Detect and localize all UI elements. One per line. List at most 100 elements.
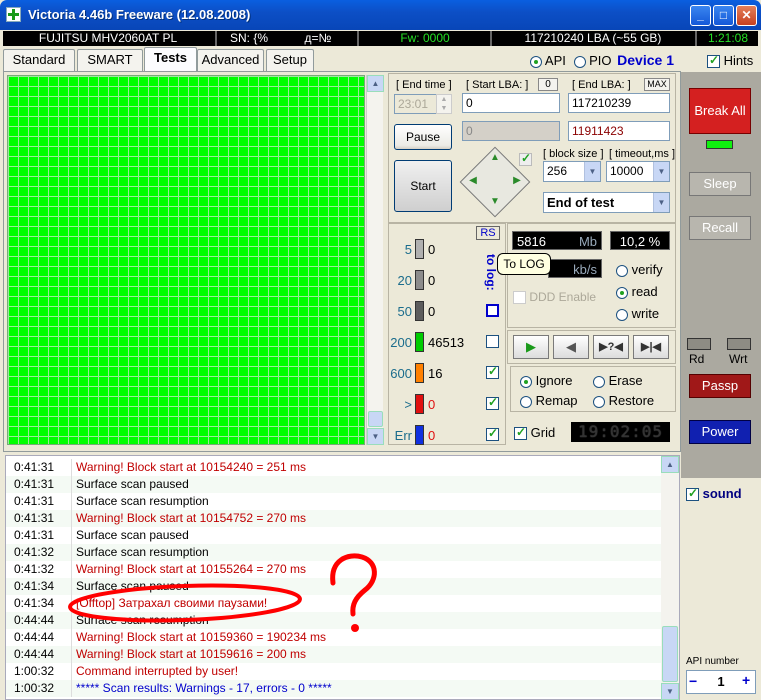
tab-tests[interactable]: Tests: [144, 47, 197, 71]
rewind-icon[interactable]: ◀: [553, 335, 589, 359]
ignore-radio[interactable]: [520, 375, 532, 388]
erase-option[interactable]: Erase: [593, 373, 643, 388]
start-button[interactable]: Start: [394, 160, 452, 212]
grid-scrollbar[interactable]: ▲ ▼: [366, 75, 384, 445]
api-number-stepper[interactable]: − 1 +: [686, 670, 756, 694]
log-message: [Offtop] Затрахал своими паузами!: [76, 596, 268, 610]
api-radio[interactable]: [530, 55, 542, 68]
restore-radio[interactable]: [593, 395, 605, 408]
sound-label: sound: [702, 486, 742, 501]
break-all-button[interactable]: Break All: [689, 88, 751, 134]
sound-option[interactable]: sound: [686, 486, 742, 502]
stats-threshold-label: 20: [397, 273, 412, 288]
power-button[interactable]: Power: [689, 420, 751, 444]
grid-option[interactable]: Grid: [514, 425, 556, 441]
verify-option[interactable]: verify: [616, 262, 663, 277]
play-icon[interactable]: ▶: [513, 335, 549, 359]
end-action-select[interactable]: End of test ▼: [543, 192, 670, 213]
log-row: 0:41:31 Surface scan resumption: [6, 493, 661, 510]
end-lba-label: [ End LBA: ]: [572, 79, 631, 91]
start-lba-input[interactable]: 0: [462, 93, 560, 113]
log-time: 0:41:31: [14, 494, 55, 508]
drive-serial-extra: д=№: [304, 31, 332, 45]
remap-radio[interactable]: [520, 395, 532, 408]
log-row: 0:41:32 Warning! Block start at 10155264 …: [6, 561, 661, 578]
start-lba-zero-button[interactable]: 0: [538, 78, 558, 91]
end-lba-input[interactable]: 117210239: [568, 93, 670, 113]
sleep-button[interactable]: Sleep: [689, 172, 751, 196]
timeout-select[interactable]: 10000 ▼: [606, 161, 670, 182]
end-time-spinner[interactable]: ▲ ▼: [436, 94, 452, 114]
to-log-checkbox[interactable]: [486, 335, 499, 348]
recall-button[interactable]: Recall: [689, 216, 751, 240]
to-log-checkbox[interactable]: [486, 395, 499, 410]
pause-button[interactable]: Pause: [394, 124, 452, 150]
end-time-label: [ End time ]: [396, 79, 452, 91]
pio-radio[interactable]: [573, 55, 586, 68]
stats-row: 50: [390, 237, 500, 261]
erase-radio[interactable]: [593, 375, 605, 388]
plus-icon[interactable]: +: [742, 672, 756, 688]
ignore-option[interactable]: Ignore: [520, 373, 573, 388]
grid-checkbox[interactable]: [514, 425, 527, 441]
scan-map-grid: [7, 75, 365, 445]
hints-checkbox[interactable]: [707, 53, 720, 69]
log-row: 1:00:32 Command interrupted by user!: [6, 663, 661, 680]
tab-smart[interactable]: SMART: [77, 49, 143, 71]
restore-option[interactable]: Restore: [593, 393, 654, 408]
stats-color-bar: [415, 270, 424, 290]
stats-color-bar: [415, 332, 424, 352]
chevron-down-icon[interactable]: ▼: [653, 193, 669, 212]
direction-checkbox[interactable]: [519, 151, 532, 167]
arrow-left-icon[interactable]: ◀: [466, 175, 480, 189]
minus-icon[interactable]: −: [689, 673, 703, 689]
ddd-checkbox[interactable]: [513, 291, 526, 305]
scroll-up-icon[interactable]: ▲: [367, 75, 384, 92]
arrow-down-icon[interactable]: ▼: [488, 196, 502, 210]
scroll-thumb[interactable]: [368, 411, 383, 427]
maximize-button[interactable]: □: [713, 5, 734, 26]
skip-end-icon[interactable]: ▶|◀: [633, 335, 669, 359]
chevron-down-icon[interactable]: ▼: [653, 162, 669, 181]
percent-value: 10,2 %: [610, 231, 670, 250]
end-time-field[interactable]: 23:01: [394, 94, 442, 114]
grid-label: Grid: [530, 425, 556, 440]
to-log-checkbox[interactable]: [486, 304, 499, 317]
close-button[interactable]: ✕: [736, 5, 757, 26]
read-radio[interactable]: [616, 286, 628, 299]
seek-random-icon[interactable]: ▶?◀: [593, 335, 629, 359]
log-row: 0:44:44 Warning! Block start at 10159616 …: [6, 646, 661, 663]
sound-checkbox[interactable]: [686, 486, 699, 502]
log-time: 0:41:32: [14, 562, 55, 576]
to-log-checkbox[interactable]: [486, 426, 499, 441]
scroll-down-icon[interactable]: ▼: [367, 428, 384, 445]
chevron-down-icon[interactable]: ▼: [584, 162, 600, 181]
tab-setup[interactable]: Setup: [266, 49, 314, 71]
log-row: 0:41:31 Surface scan paused: [6, 476, 661, 493]
remap-label: Remap: [535, 393, 578, 408]
hints-toggle[interactable]: Hints: [707, 53, 753, 69]
log-scrollbar[interactable]: ▲ ▼: [661, 456, 679, 700]
tab-standard[interactable]: Standard: [3, 49, 75, 71]
write-option[interactable]: write: [616, 306, 659, 321]
log-time: 0:44:44: [14, 613, 55, 627]
arrow-up-icon[interactable]: ▲: [488, 152, 502, 166]
remap-option[interactable]: Remap: [520, 393, 578, 408]
device-label: Device 1: [617, 52, 674, 68]
passp-button[interactable]: Passp: [689, 374, 751, 398]
scroll-down-icon[interactable]: ▼: [661, 683, 679, 700]
end-lba-max-button[interactable]: MAX: [644, 78, 670, 91]
scroll-thumb[interactable]: [662, 626, 678, 682]
minimize-button[interactable]: _: [690, 5, 711, 26]
scroll-up-icon[interactable]: ▲: [661, 456, 679, 473]
write-radio[interactable]: [616, 308, 628, 321]
verify-radio[interactable]: [616, 264, 628, 277]
block-size-select[interactable]: 256 ▼: [543, 161, 601, 182]
to-log-checkbox[interactable]: [486, 364, 499, 379]
tab-advanced[interactable]: Advanced: [197, 49, 264, 71]
ddd-enable-option[interactable]: DDD Enable: [513, 290, 596, 305]
read-option[interactable]: read: [616, 284, 658, 299]
clock: 1:21:08: [707, 31, 749, 45]
arrow-right-icon[interactable]: ▶: [510, 175, 524, 189]
title-bar[interactable]: Victoria 4.46b Freeware (12.08.2008) _ □…: [0, 0, 761, 30]
